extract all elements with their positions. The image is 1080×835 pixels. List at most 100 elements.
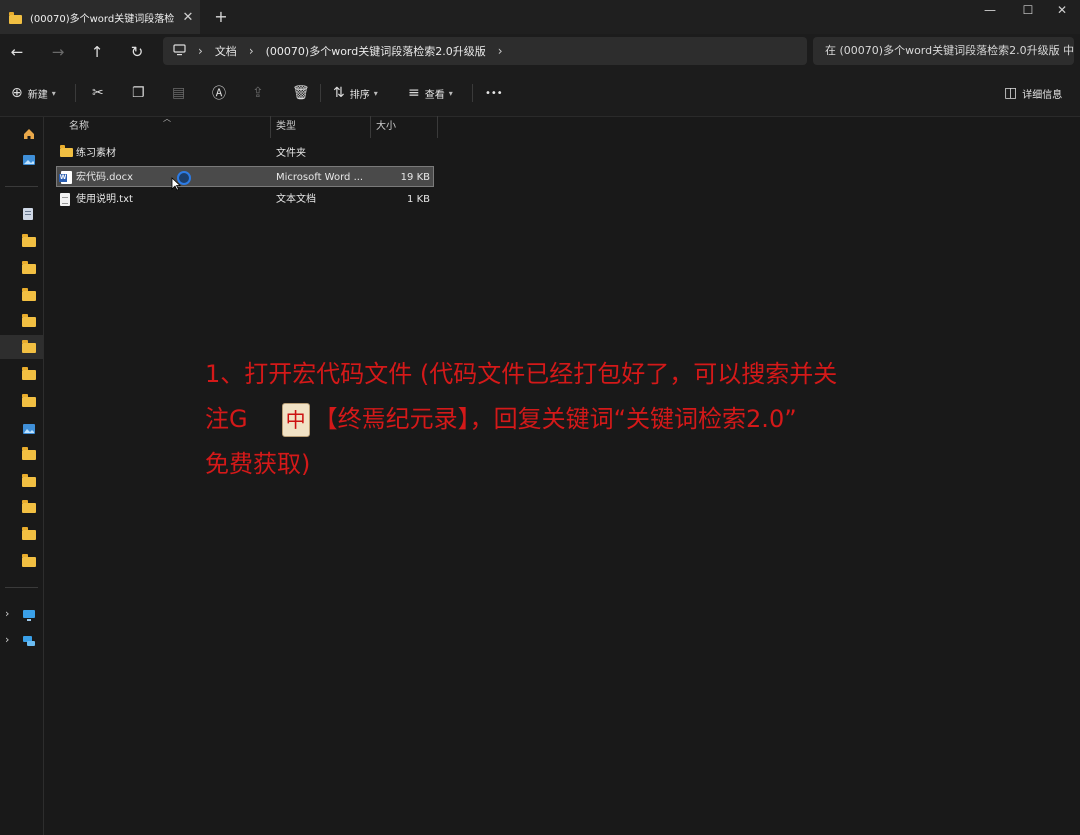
overlay-line-3: 免费获取) [205,450,311,478]
file-row[interactable]: 练习素材 文件夹 [56,143,434,164]
document-icon [22,206,34,225]
breadcrumb-item-folder[interactable]: (00070)多个word关键词段落检索2.0升级版 [266,43,486,59]
sidebar-item-folder-5[interactable] [22,340,38,354]
toolbar-divider [472,84,473,102]
chevron-down-icon: ▾ [448,88,453,98]
more-icon: ••• [485,87,503,99]
sidebar-item-folder-3[interactable] [22,288,38,302]
share-button[interactable]: ⇪ [252,82,269,104]
minimize-button[interactable]: — [972,0,1008,20]
chevron-right-icon[interactable]: › [5,633,9,646]
paste-button[interactable]: ▤ [172,82,190,104]
folder-icon [22,474,36,487]
chevron-down-icon: ▾ [51,88,56,98]
file-type: 文件夹 [276,148,306,159]
folder-icon [22,261,36,274]
file-row[interactable]: 使用说明.txt 文本文档 1 KB [56,189,434,210]
up-button[interactable]: ↑ [85,40,109,64]
search-input[interactable]: 在 (00070)多个word关键词段落检索2.0升级版 中搜索 [813,37,1074,65]
column-divider[interactable] [437,116,438,138]
more-options-button[interactable]: ••• [485,82,503,104]
scissors-icon: ✂ [92,85,104,101]
navigation-pane: › › [0,117,44,835]
column-divider[interactable] [270,116,271,138]
new-tab-button[interactable]: + [210,6,232,28]
column-header-type[interactable]: 类型 [276,116,296,138]
file-name: 练习素材 [76,148,116,159]
file-row-selected[interactable]: 宏代码.docx Microsoft Word ... 19 KB [56,166,434,187]
sidebar-item-folder-12[interactable] [22,554,38,568]
delete-button[interactable]: 🗑 [292,82,315,104]
sidebar-item-folder-10[interactable] [22,500,38,514]
overlay-line-2: 注G 中【终焉纪元录】，回复关键词“关键词检索2.0” [205,397,895,442]
home-icon [22,126,36,145]
breadcrumb[interactable]: › 文档 › (00070)多个word关键词段落检索2.0升级版 › [163,37,807,65]
view-label: 查看 [424,89,445,101]
folder-icon [60,145,73,158]
rename-button[interactable]: Ⓐ [212,82,231,104]
sidebar-item-folder-1[interactable] [22,234,38,248]
sidebar-item-gallery[interactable] [22,152,38,166]
file-size: 1 KB [407,194,430,205]
cut-button[interactable]: ✂ [92,82,109,104]
chevron-right-icon: › [198,44,203,58]
sidebar-divider [5,186,38,187]
sidebar-item-folder-6[interactable] [22,367,38,381]
sidebar-item-home[interactable] [22,126,38,140]
sidebar-divider [5,587,38,588]
toolbar-divider [320,84,321,102]
sort-label: 排序 [349,89,370,101]
sort-button[interactable]: ⇅ 排序 ▾ [333,82,378,104]
text-file-icon [60,193,70,209]
toolbar-divider [75,84,76,102]
maximize-button[interactable]: ☐ [1010,0,1046,20]
sidebar-item-folder-8[interactable] [22,447,38,461]
sidebar-item-folder-9[interactable] [22,474,38,488]
folder-icon [22,234,36,247]
tutorial-overlay-text: 1、打开宏代码文件 (代码文件已经打包好了，可以搜索并关 注G 中【终焉纪元录】，… [205,352,895,487]
back-button[interactable]: ← [5,40,29,64]
folder-icon [22,314,36,327]
sidebar-item-document[interactable] [22,206,38,220]
sidebar-item-pictures[interactable] [22,420,38,434]
chevron-right-icon: › [248,44,254,58]
column-header-name[interactable]: 名称 [69,116,89,138]
forward-button[interactable]: → [46,40,70,64]
tab-current[interactable]: (00070)多个word关键词段落检 ✕ [0,0,200,34]
tab-close-button[interactable]: ✕ [176,10,200,25]
sidebar-item-folder-7[interactable] [22,394,38,408]
folder-icon [9,11,22,24]
folder-icon [22,367,36,380]
computer-icon [22,607,36,626]
command-bar: ⊕ 新建 ▾ ✂ ❐ ▤ Ⓐ ⇪ 🗑 ⇅ 排序 ▾ ≡ 查看 ▾ ••• ◫ 详… [0,70,1080,117]
overlay-line-1: 1、打开宏代码文件 (代码文件已经打包好了，可以搜索并关 [205,360,838,388]
details-label: 详细信息 [1022,89,1063,101]
trash-icon: 🗑 [292,85,310,101]
breadcrumb-item-documents[interactable]: 文档 [215,43,237,59]
folder-icon [22,340,36,353]
sidebar-item-folder-2[interactable] [22,261,38,275]
title-bar: (00070)多个word关键词段落检 ✕ + — ☐ ✕ [0,0,1080,34]
close-window-button[interactable]: ✕ [1044,0,1080,20]
monitor-icon [173,43,186,59]
column-divider[interactable] [370,116,371,138]
new-button[interactable]: ⊕ 新建 ▾ [11,82,56,104]
refresh-button[interactable]: ↻ [125,40,149,64]
file-name: 宏代码.docx [76,172,134,183]
new-label: 新建 [27,89,48,101]
plus-circle-icon: ⊕ [11,85,23,101]
chevron-right-icon[interactable]: › [5,607,9,620]
folder-icon [22,288,36,301]
sidebar-item-folder-4[interactable] [22,314,38,328]
address-bar-row: ← → ↑ ↻ › 文档 › (00070)多个word关键词段落检索2.0升级… [0,34,1080,70]
copy-button[interactable]: ❐ [132,82,150,104]
sidebar-item-this-pc[interactable] [22,607,38,621]
pictures-icon [22,420,36,439]
details-pane-button[interactable]: ◫ 详细信息 [1004,82,1062,104]
overlay-line-2a: 注G [205,405,248,433]
column-header-size[interactable]: 大小 [376,116,396,138]
sidebar-item-folder-11[interactable] [22,527,38,541]
file-size: 19 KB [400,172,430,183]
sidebar-item-network[interactable] [22,633,38,647]
view-button[interactable]: ≡ 查看 ▾ [408,82,453,104]
